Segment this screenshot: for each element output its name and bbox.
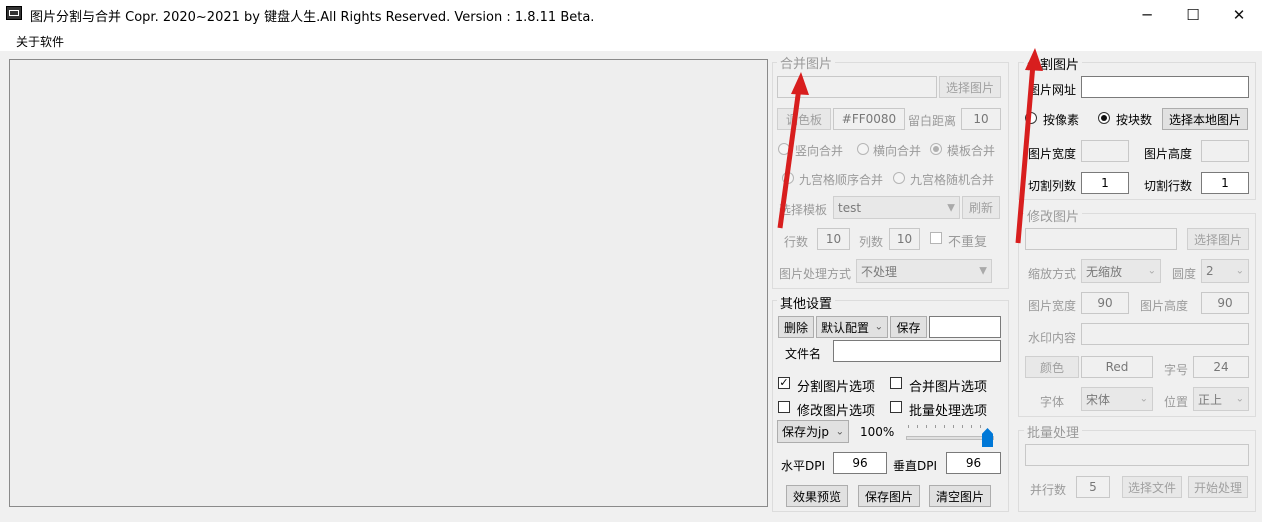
annotation-overlay: [777, 48, 1043, 244]
red-arrow-right-head: [1025, 48, 1043, 71]
red-arrow-left: [777, 72, 809, 229]
red-arrow-right: [1015, 48, 1043, 244]
red-arrow-left-head: [791, 72, 809, 95]
red-arrow-left-shaft: [777, 87, 802, 229]
red-arrow-right-shaft: [1015, 63, 1036, 244]
